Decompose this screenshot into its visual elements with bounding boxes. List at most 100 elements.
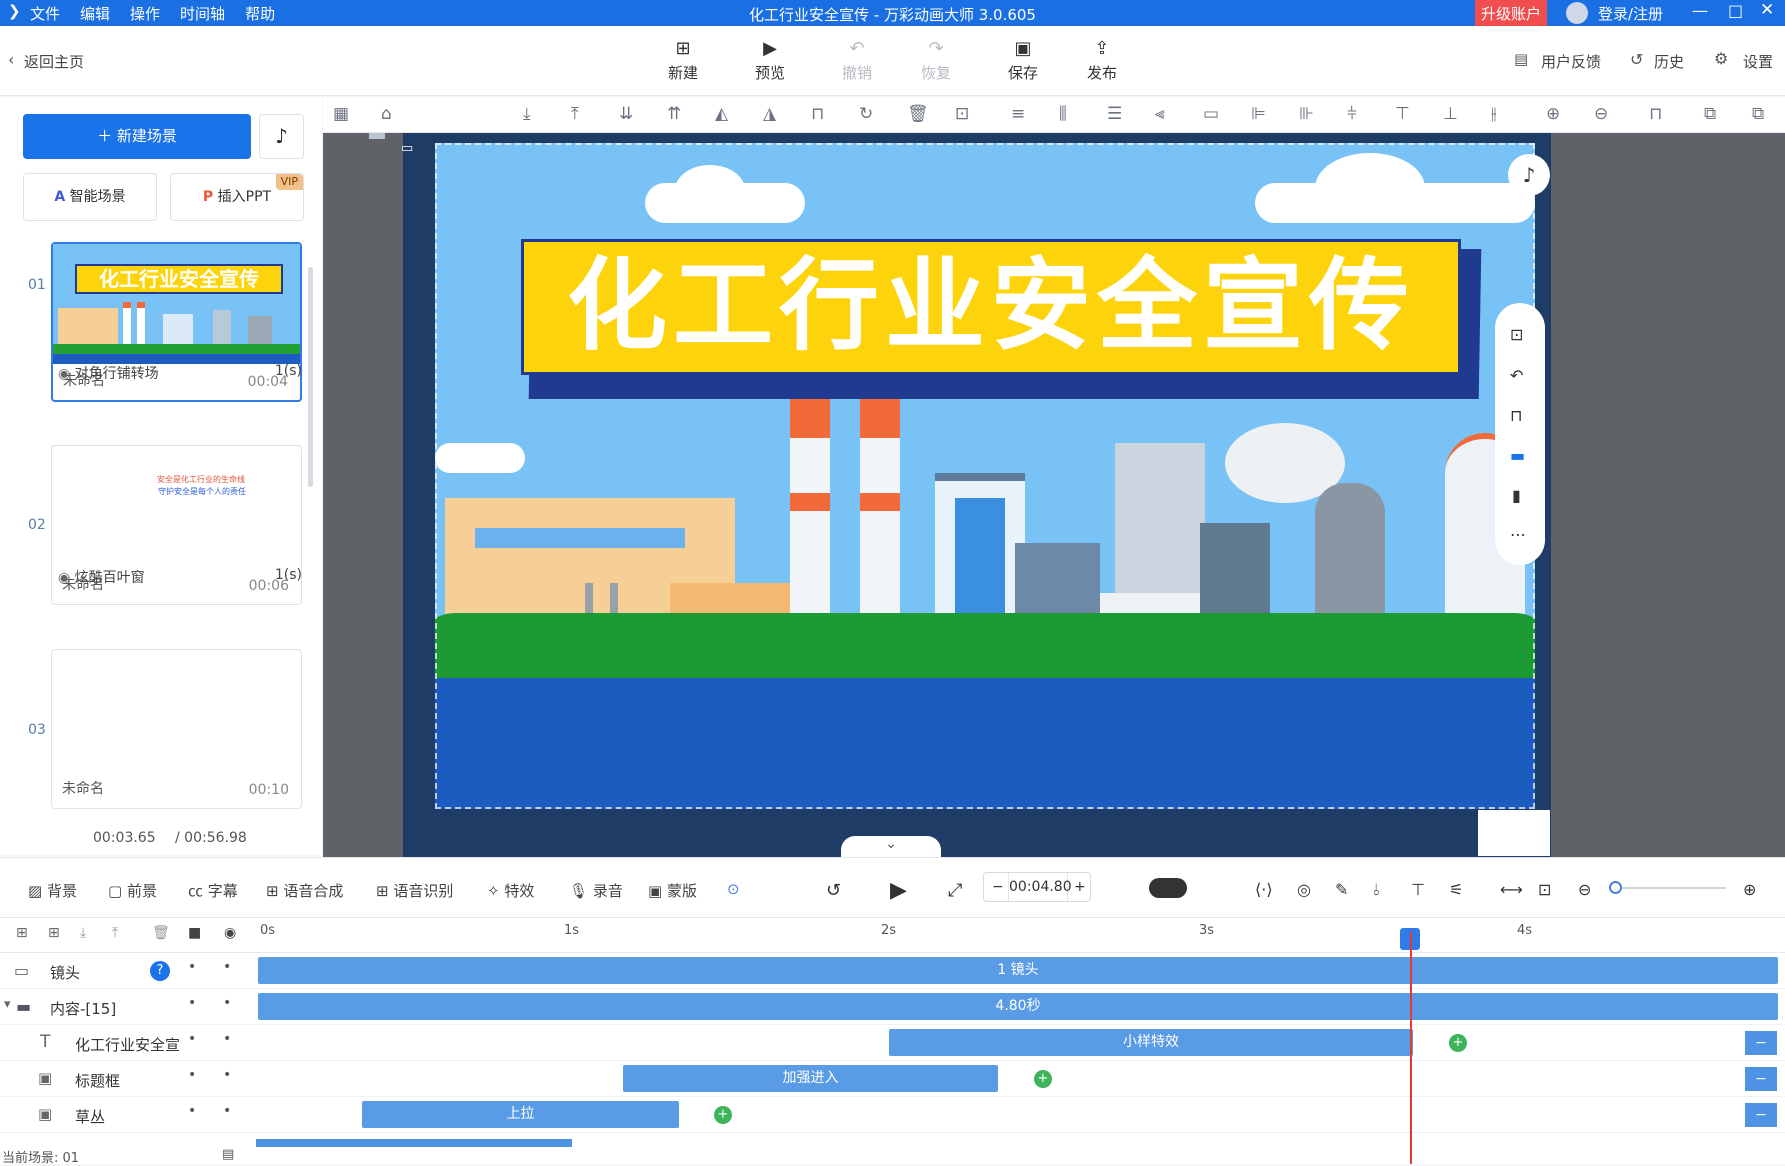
- delete-icon[interactable]: 🗑: [152, 925, 170, 941]
- align-left-icon[interactable]: ⊫: [1251, 104, 1266, 124]
- close-icon[interactable]: ✕: [1760, 0, 1774, 20]
- track-bar[interactable]: 4.80秒: [258, 993, 1778, 1020]
- subtitle-tool[interactable]: ㏄ 字幕: [188, 880, 238, 901]
- move-down-icon[interactable]: ⤓: [80, 925, 86, 941]
- fullscreen-icon[interactable]: ⤢: [948, 880, 962, 901]
- upgrade-button[interactable]: 升级账户: [1475, 0, 1548, 26]
- add-layer-icon[interactable]: ⊞: [16, 925, 28, 941]
- track-bar[interactable]: 加强进入: [623, 1065, 998, 1092]
- split-icon[interactable]: ⫰: [1373, 880, 1380, 900]
- align-left-edge-icon[interactable]: ⫷: [1155, 104, 1165, 124]
- eye-icon[interactable]: ◉: [224, 925, 236, 941]
- track-content-group[interactable]: ▾ ▬ 内容-[15] • • 4.80秒: [0, 989, 1785, 1025]
- add-keyframe-icon[interactable]: +: [1449, 1034, 1467, 1052]
- home-icon[interactable]: ⌂: [381, 104, 392, 124]
- rotate-icon[interactable]: ↶: [1510, 366, 1523, 385]
- lock-icon[interactable]: ⊓: [811, 104, 824, 124]
- align-center-icon[interactable]: ≡: [1011, 104, 1025, 124]
- distribute-icon[interactable]: ⫼: [1059, 104, 1067, 124]
- undo-button[interactable]: ↶ 撤销: [827, 38, 887, 83]
- phone-icon[interactable]: ▮: [1512, 486, 1521, 505]
- new-button[interactable]: ⊞ 新建: [653, 38, 713, 83]
- music-icon[interactable]: ♪: [1508, 154, 1550, 196]
- bottom-align-icon[interactable]: ⊥: [1443, 104, 1458, 124]
- publish-button[interactable]: ⇪ 发布: [1072, 38, 1132, 83]
- end-handle[interactable]: −: [1745, 1031, 1777, 1055]
- foreground-tool[interactable]: ▢ 前景: [108, 880, 157, 901]
- smart-scene-button[interactable]: A 智能场景: [23, 173, 157, 221]
- layer-up-icon[interactable]: ⇈: [667, 104, 681, 124]
- insert-icon[interactable]: ⟨·⟩: [1255, 880, 1273, 899]
- background-tool[interactable]: ▨ 背景: [28, 880, 77, 901]
- effects-tool[interactable]: ✧ 特效: [487, 880, 534, 901]
- chevron-down-icon[interactable]: ▾: [4, 997, 11, 1012]
- lock-icon[interactable]: ⊓: [1510, 406, 1522, 425]
- chevron-left-icon[interactable]: ‹: [8, 50, 14, 69]
- zoom-slider-handle[interactable]: [1609, 881, 1622, 894]
- lock-all-icon[interactable]: ■: [188, 925, 201, 941]
- toggle-switch[interactable]: [1149, 878, 1187, 898]
- document-icon[interactable]: ▤: [222, 1147, 234, 1162]
- center-vertical-icon[interactable]: ⫩: [1347, 104, 1357, 124]
- reset-icon[interactable]: ↺: [826, 880, 841, 901]
- one-to-one-icon[interactable]: ⊡: [1538, 880, 1551, 899]
- more-icon[interactable]: ⋯: [1510, 525, 1526, 544]
- help-icon[interactable]: ?: [150, 961, 170, 981]
- chevron-down-icon[interactable]: ⌄: [841, 836, 941, 857]
- track-bar[interactable]: 上拉: [362, 1101, 679, 1128]
- scene-card-03[interactable]: 未命名 00:10: [51, 649, 302, 809]
- sliders-icon[interactable]: ⚟: [1449, 880, 1463, 899]
- track-title-frame[interactable]: ▣ 标题框 • • 加强进入 + −: [0, 1061, 1785, 1097]
- crop-icon[interactable]: ⊡: [955, 104, 969, 124]
- add-keyframe-icon[interactable]: +: [1034, 1070, 1052, 1088]
- time-stepper[interactable]: − 00:04.80 +: [983, 872, 1091, 902]
- filter-icon[interactable]: ⊤: [1411, 880, 1425, 899]
- track-bar[interactable]: 小样特效: [889, 1029, 1413, 1056]
- insert-ppt-button[interactable]: P 插入PPT VIP: [170, 173, 304, 221]
- track-title-text[interactable]: T 化工行业安全宣 • • 小样特效 + −: [0, 1025, 1785, 1061]
- zoom-in-icon[interactable]: ⊕: [1743, 880, 1756, 899]
- flip-vertical-icon[interactable]: ◮: [763, 104, 776, 124]
- scrollbar[interactable]: [308, 267, 313, 487]
- speech-recognition-tool[interactable]: ⊞ 语音识别: [376, 880, 453, 901]
- align-bottom-icon[interactable]: ⤓: [523, 104, 531, 124]
- align-middle-icon[interactable]: ☰: [1107, 104, 1122, 124]
- minimize-icon[interactable]: —: [1692, 1, 1708, 20]
- track-grass[interactable]: ▣ 草丛 • • 上拉 + −: [0, 1097, 1785, 1133]
- brush-icon[interactable]: ▦: [333, 104, 349, 124]
- transition-item[interactable]: ◉ 炫酷百叶窗 1(s): [58, 567, 302, 587]
- zoom-slider[interactable]: [1612, 887, 1726, 889]
- transition-item[interactable]: ◉ 对角行铺转场 1(s): [58, 363, 302, 383]
- zoom-out-icon[interactable]: ⊖: [1594, 104, 1608, 124]
- fit-screen-icon[interactable]: ⊡: [1510, 325, 1523, 344]
- track-bar[interactable]: 1 镜头: [258, 957, 1778, 984]
- rotate-icon[interactable]: ↻: [859, 104, 873, 124]
- track-camera[interactable]: ▭ 镜头 ? • • 1 镜头: [0, 953, 1785, 989]
- keyboard-icon[interactable]: [1478, 810, 1550, 856]
- layer-down-icon[interactable]: ⇊: [619, 104, 633, 124]
- settings-link[interactable]: 设置: [1743, 51, 1773, 72]
- avatar[interactable]: [1566, 2, 1588, 24]
- paste-icon[interactable]: ⧉: [1752, 104, 1764, 124]
- track-bar[interactable]: [256, 1139, 572, 1147]
- music-icon[interactable]: ♪: [259, 114, 304, 159]
- record-tool[interactable]: 🎙 录音: [569, 880, 623, 901]
- camera-icon[interactable]: ◎: [1297, 880, 1311, 899]
- minus-icon[interactable]: −: [992, 873, 1004, 901]
- mask-tool[interactable]: ▣ 蒙版: [648, 880, 697, 901]
- size-match-icon[interactable]: ▭: [1203, 104, 1219, 124]
- more-tools-icon[interactable]: ⊙: [727, 880, 740, 898]
- align-top-icon[interactable]: ⤒: [571, 104, 579, 124]
- plus-icon[interactable]: +: [1074, 873, 1086, 901]
- tts-tool[interactable]: ⊞ 语音合成: [266, 880, 343, 901]
- move-up-icon[interactable]: ⤒: [112, 925, 118, 941]
- preview-button[interactable]: ▶ 预览: [740, 38, 800, 83]
- new-scene-button[interactable]: ＋ 新建场景: [23, 114, 251, 159]
- edit-icon[interactable]: ✎: [1335, 880, 1348, 899]
- save-button[interactable]: ▣ 保存: [993, 38, 1053, 83]
- end-handle[interactable]: −: [1745, 1067, 1777, 1091]
- feedback-link[interactable]: 用户反馈: [1541, 51, 1601, 72]
- top-align-icon[interactable]: ⊤: [1395, 104, 1410, 124]
- middle-align-icon[interactable]: ⫲: [1491, 104, 1497, 124]
- redo-button[interactable]: ↷ 恢复: [906, 38, 966, 83]
